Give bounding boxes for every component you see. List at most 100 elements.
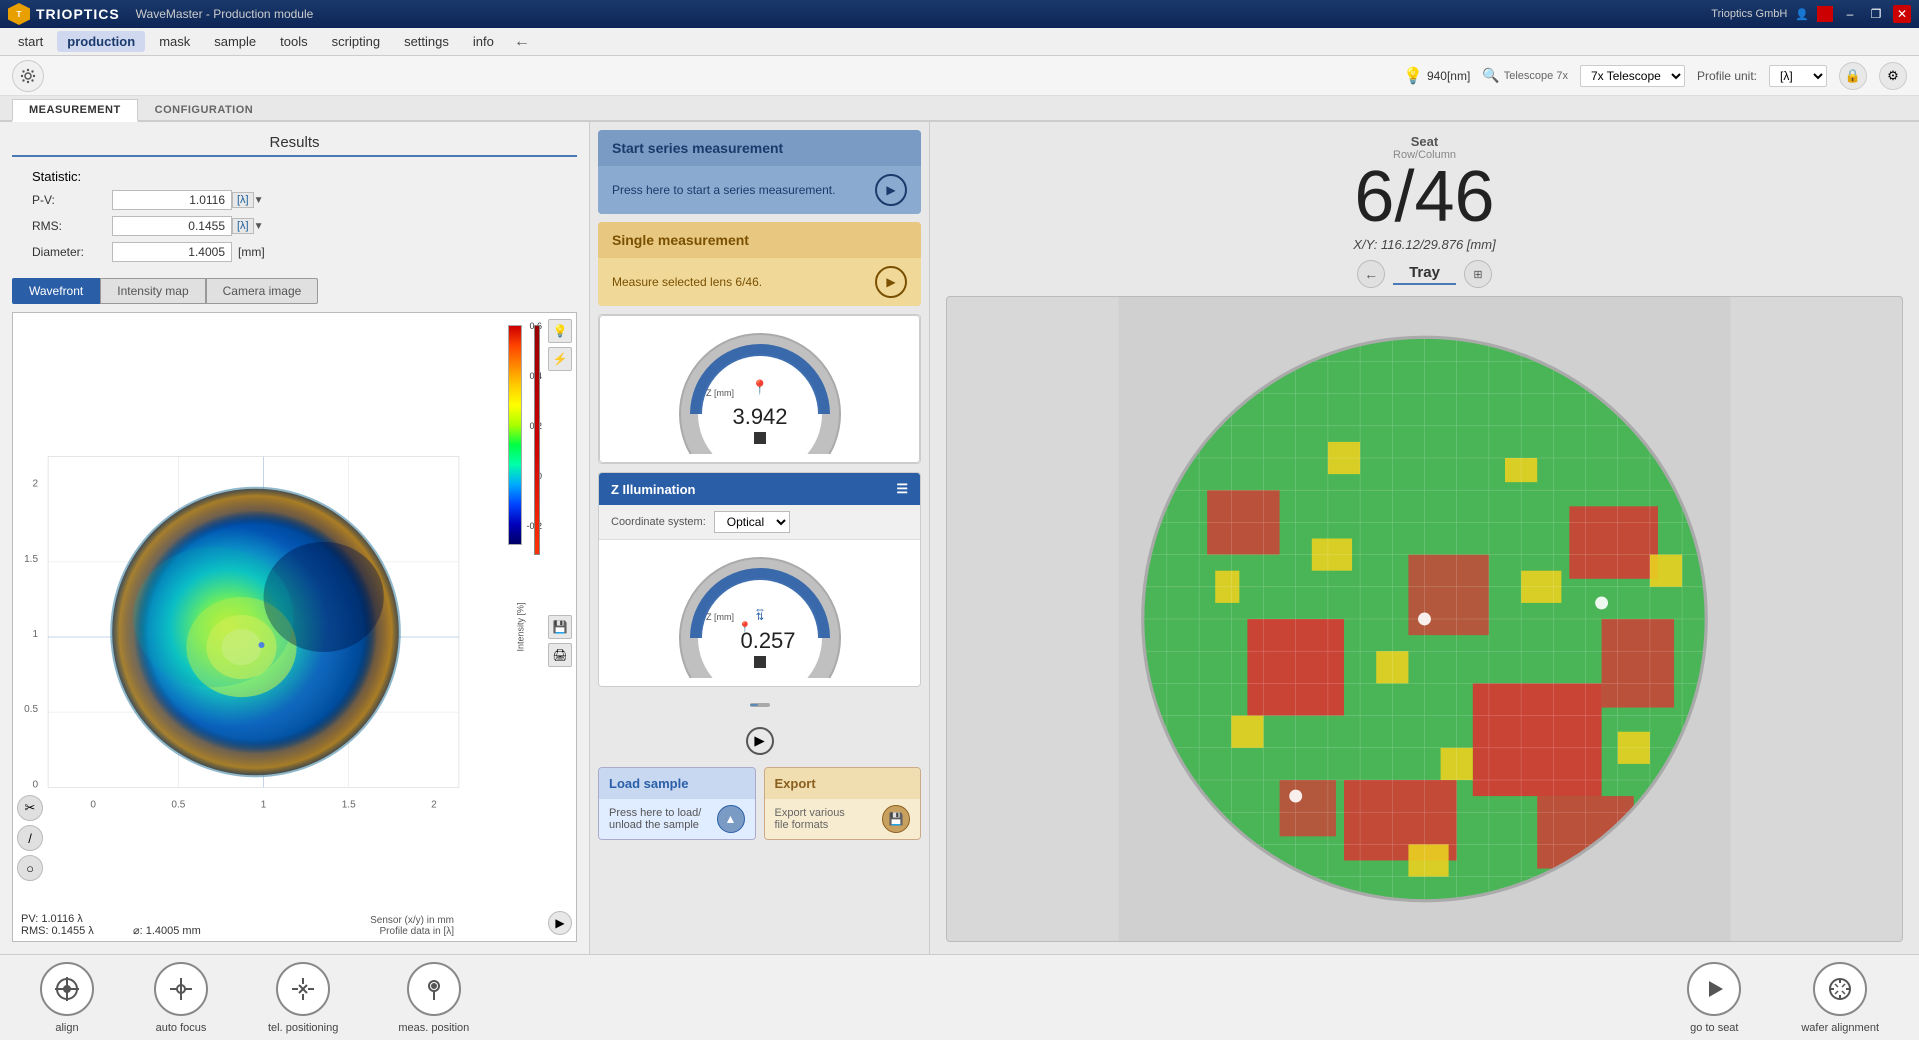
red-indicator (1817, 6, 1833, 22)
meas-position-label: meas. position (398, 1022, 469, 1034)
svg-text:1.5: 1.5 (342, 799, 356, 810)
tab-measurement[interactable]: MEASUREMENT (12, 99, 138, 122)
export-card-title: Export (765, 768, 921, 799)
logo-icon: T (8, 3, 30, 25)
tab-camera-image[interactable]: Camera image (206, 278, 319, 304)
bottom-toolbar: align auto focus t (0, 954, 1919, 1040)
menu-start[interactable]: start (8, 31, 53, 52)
go-to-seat-icon (1687, 962, 1741, 1016)
print-control[interactable]: 🖨 (548, 643, 572, 667)
meas-position-icon (407, 962, 461, 1016)
bolt-control[interactable]: ⚡ (548, 347, 572, 371)
tray-grid-button[interactable]: ⊞ (1464, 260, 1492, 288)
telescope-select[interactable]: 7x Telescope 4x Telescope 1x Telescope (1580, 65, 1685, 87)
view-tabs: Wavefront Intensity map Camera image (12, 278, 577, 304)
z-gauge-svg: 📍 3.942 Z [mm] (660, 324, 860, 454)
illumination-gauge-area: ⇔ ⇅ 📍 0.257 Z [mm] (599, 540, 920, 686)
bottom-play-button[interactable]: ▶ (746, 727, 774, 755)
results-title: Results (12, 134, 577, 157)
diameter-value: 1.4005 (112, 242, 232, 262)
profile-unit-select[interactable]: [λ] [nm] (1769, 65, 1827, 87)
back-arrow[interactable]: ← (508, 33, 536, 51)
crop-tool[interactable]: ✂ (17, 795, 43, 821)
diameter-row: Diameter: 1.4005 [mm] (32, 242, 557, 262)
go-to-seat-btn[interactable]: go to seat (1687, 962, 1741, 1034)
user-label: Trioptics GmbH (1711, 8, 1787, 20)
wafer-alignment-btn[interactable]: wafer alignment (1801, 962, 1879, 1034)
close-button[interactable]: ✕ (1893, 5, 1911, 23)
menu-scripting[interactable]: scripting (322, 31, 390, 52)
scroll-indicator (598, 695, 921, 715)
single-play-button[interactable]: ▶ (875, 266, 907, 298)
auto-focus-btn[interactable]: auto focus (154, 962, 208, 1034)
lock-button[interactable]: 🔒 (1839, 62, 1867, 90)
export-button[interactable]: 💾 (882, 805, 910, 833)
rms-unit-arrow: ▼ (254, 221, 264, 232)
bottom-cards: Load sample Press here to load/unload th… (598, 767, 921, 840)
z-gauge-card: 📍 3.942 Z [mm] (598, 314, 921, 464)
company-name: TRIOPTICS (36, 6, 120, 22)
statistic-label: Statistic: (32, 169, 81, 184)
coord-label: Coordinate system: (611, 516, 706, 528)
svg-text:Z [mm]: Z [mm] (706, 612, 734, 622)
series-play-button[interactable]: ▶ (875, 174, 907, 206)
tray-prev-button[interactable]: ← (1357, 260, 1385, 288)
bulb-control[interactable]: 💡 (548, 319, 572, 343)
svg-text:0.257: 0.257 (740, 628, 795, 653)
middle-play-area: ▶ (598, 723, 921, 759)
coord-select[interactable]: Optical Stage (714, 511, 790, 533)
load-sample-button[interactable]: ▲ (717, 805, 745, 833)
xy-value: 116.12/29.876 [mm] (1381, 237, 1496, 252)
diameter-footer: ⌀: 1.4005 mm (133, 924, 201, 937)
single-card-text: Measure selected lens 6/46. (612, 275, 762, 289)
menu-mask[interactable]: mask (149, 31, 200, 52)
tray-grid-container: /* This would be JS but SVG doesn't supp… (946, 296, 1903, 942)
menu-info[interactable]: info (463, 31, 504, 52)
menu-tools[interactable]: tools (270, 31, 317, 52)
svg-text:📍: 📍 (751, 379, 768, 396)
toolbar-right: 💡 940[nm] 🔍 Telescope 7x 7x Telescope 4x… (1403, 62, 1907, 90)
line-tool[interactable]: / (17, 825, 43, 851)
rms-unit[interactable]: [λ] (232, 218, 254, 234)
single-card-body: Measure selected lens 6/46. ▶ (598, 258, 921, 306)
tray-nav: ← Tray ⊞ (946, 260, 1903, 288)
tel-positioning-btn[interactable]: tel. positioning (268, 962, 338, 1034)
restore-button[interactable]: ❐ (1867, 5, 1885, 23)
tel-positioning-label: tel. positioning (268, 1022, 338, 1034)
tab-intensity-map[interactable]: Intensity map (100, 278, 205, 304)
series-measurement-card: Start series measurement Press here to s… (598, 130, 921, 214)
circle-tool[interactable]: ○ (17, 855, 43, 881)
tel-positioning-icon (276, 962, 330, 1016)
wavefront-svg: 0 0.5 1 1.5 2 0 0.5 1 1.5 2 (13, 313, 494, 941)
settings-button[interactable]: ⚙ (1879, 62, 1907, 90)
load-card-text: Press here to load/unload the sample (609, 807, 701, 831)
svg-text:1: 1 (32, 629, 38, 640)
seat-xy: X/Y: 116.12/29.876 [mm] (946, 237, 1903, 252)
svg-text:1: 1 (261, 799, 267, 810)
minimize-button[interactable]: – (1841, 5, 1859, 23)
seat-label: Seat (946, 134, 1903, 149)
menu-production[interactable]: production (57, 31, 145, 52)
pv-unit[interactable]: [λ] (232, 192, 254, 208)
menu-sample[interactable]: sample (204, 31, 266, 52)
play-control[interactable]: ▶ (548, 911, 572, 935)
sensor-line1: Sensor (x/y) in mm (370, 915, 454, 926)
colorbar: Intensity [%] 0.6 0.4 0.2 0 -0.2 (494, 313, 544, 941)
tab-configuration[interactable]: CONFIGURATION (138, 99, 271, 120)
align-btn[interactable]: align (40, 962, 94, 1034)
right-panel: Seat Row/Column 6/46 X/Y: 116.12/29.876 … (930, 122, 1919, 954)
plot-container: 0 0.5 1 1.5 2 0 0.5 1 1.5 2 (12, 312, 577, 942)
z-gauge-area: 📍 3.942 Z [mm] (600, 316, 919, 462)
wavelength-label: 940[nm] (1427, 69, 1470, 83)
load-card-title: Load sample (599, 768, 755, 799)
settings-circle-button[interactable] (12, 60, 44, 92)
wavelength-item: 💡 940[nm] (1403, 66, 1470, 86)
tab-wavefront[interactable]: Wavefront (12, 278, 100, 304)
light-bulb-icon: 💡 (1403, 66, 1423, 86)
svg-text:Z [mm]: Z [mm] (706, 388, 734, 398)
statistic-label-row: Statistic: (32, 169, 557, 184)
menu-settings[interactable]: settings (394, 31, 459, 52)
illumination-menu-icon[interactable]: ☰ (896, 481, 908, 497)
save-control[interactable]: 💾 (548, 615, 572, 639)
meas-position-btn[interactable]: meas. position (398, 962, 469, 1034)
